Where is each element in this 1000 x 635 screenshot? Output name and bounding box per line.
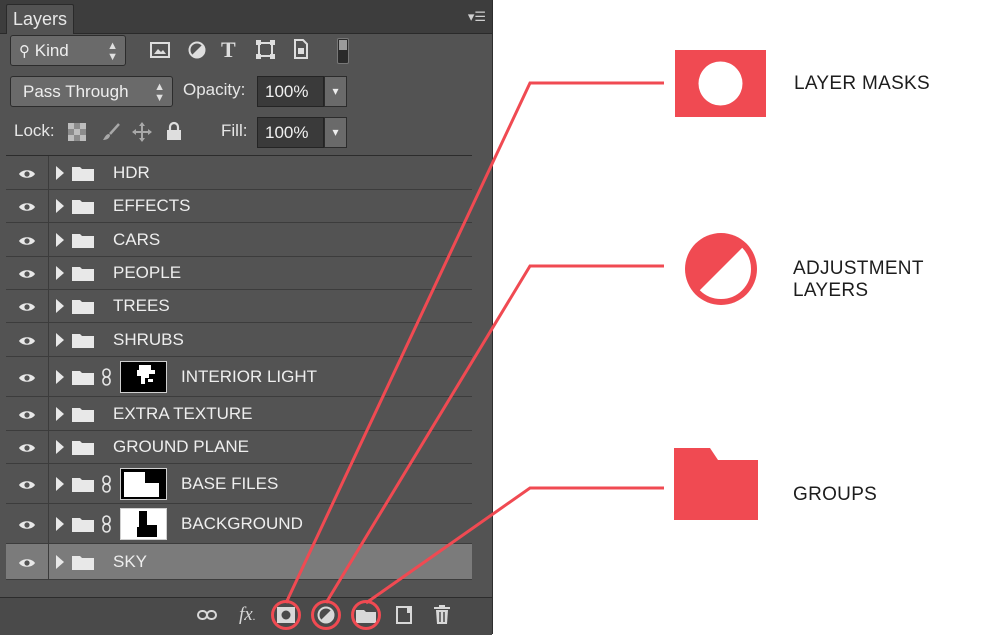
- callout-lines: [284, 81, 664, 605]
- adjustment-layer-legend-icon: [685, 233, 757, 305]
- legend-groups: GROUPS: [793, 484, 878, 505]
- legend-layer-masks: LAYER MASKS: [794, 73, 930, 94]
- legend-adjustment-layers: ADJUSTMENT LAYERS: [793, 258, 924, 301]
- group-folder-legend-icon: [674, 448, 758, 520]
- layer-mask-legend-icon: [675, 50, 766, 117]
